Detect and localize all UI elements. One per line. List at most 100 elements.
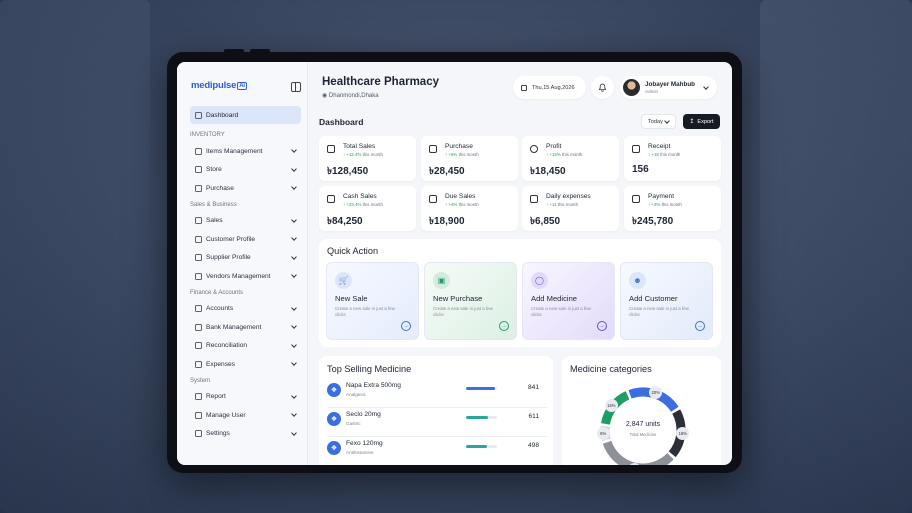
chevron-down-icon [291, 216, 297, 223]
stat-value: ৳18,900 [429, 216, 465, 227]
stat-value: ৳6,850 [530, 216, 561, 227]
sidebar-item-store[interactable]: Store [190, 161, 301, 180]
sidebar-item-purchase[interactable]: Purchase [190, 179, 301, 198]
pill-icon: ❖ [327, 383, 341, 397]
app-screen: medipulse Ai Dashboard INVENTORY Items Ma… [177, 62, 732, 465]
chevron-down-icon [291, 253, 297, 260]
box-icon: ▣ [433, 272, 450, 289]
donut-segment-label: 6% [596, 426, 610, 440]
user-menu[interactable]: Jobayer Mahbub Admin [620, 76, 717, 99]
table-row[interactable]: ❖ Napa Extra 500mg Analgesic 841 [327, 380, 547, 408]
sidebar: medipulse Ai Dashboard INVENTORY Items Ma… [177, 62, 308, 465]
location-text: ◉ Dhanmondi,Dhaka [322, 93, 379, 99]
sidebar-item-sales[interactable]: Sales [190, 212, 301, 231]
sidebar-toggle-icon[interactable] [291, 82, 301, 92]
cart-icon: 🛒 [335, 272, 352, 289]
cash-icon [327, 195, 335, 203]
add-user-icon: ☻ [629, 272, 646, 289]
quick-action-panel: Quick Action 🛒 New Sale Create a new sal… [319, 239, 721, 347]
vendor-icon [195, 272, 202, 280]
stat-value: ৳128,450 [327, 166, 369, 177]
arrow-right-icon[interactable]: → [401, 321, 411, 331]
card-icon [632, 195, 640, 203]
tablet-button [224, 49, 244, 54]
chevron-down-icon [291, 429, 297, 436]
chevron-down-icon [291, 411, 297, 417]
calendar-icon [521, 84, 527, 91]
progress-bar [466, 387, 497, 390]
bank-icon [195, 323, 202, 331]
sidebar-item-settings[interactable]: Settings [190, 425, 301, 444]
sidebar-item-report[interactable]: Report [190, 388, 301, 407]
sidebar-item-manage-user[interactable]: Manage User [190, 406, 301, 425]
box-icon [195, 147, 202, 155]
stat-card-profit[interactable]: Profit ↑ +15% this month ৳18,450 [522, 136, 619, 181]
sidebar-nav: Dashboard INVENTORY Items Management Sto… [190, 106, 301, 443]
pill-icon: ❖ [327, 412, 341, 426]
chevron-down-icon [291, 360, 297, 366]
stat-value: ৳84,250 [327, 216, 363, 227]
brand-logo[interactable]: medipulse Ai [191, 80, 247, 91]
chevron-down-icon [291, 392, 297, 399]
quick-action-new-purchase[interactable]: ▣ New Purchase Create a new sale in just… [424, 262, 517, 340]
sidebar-item-items-management[interactable]: Items Management [190, 142, 301, 161]
sidebar-section-title: Finance & Accounts [190, 289, 244, 296]
date-range-select[interactable]: Today [641, 114, 676, 129]
bag-icon [195, 184, 202, 192]
quick-action-add-medicine[interactable]: ◯ Add Medicine Create a new sale in just… [522, 262, 615, 340]
sidebar-item-label: Dashboard [206, 111, 239, 119]
stat-card-due-sales[interactable]: Due Sales ↑ +4% this month ৳18,900 [421, 186, 518, 231]
page-title: Healthcare Pharmacy [322, 76, 439, 88]
arrow-right-icon[interactable]: → [695, 321, 705, 331]
sidebar-section-title: INVENTORY [190, 132, 225, 138]
stat-value: ৳18,450 [530, 166, 566, 177]
stat-value: ৳28,450 [429, 166, 465, 177]
user-name: Jobayer Mahbub [645, 81, 696, 88]
table-row[interactable]: ❖ Seclo 20mg Gastric 611 [327, 409, 547, 437]
background-shelf [0, 0, 150, 513]
chevron-down-icon [703, 84, 709, 90]
stat-card-receipt[interactable]: Receipt ↑ +18 this month 156 [624, 136, 721, 181]
reconcile-icon [195, 342, 202, 350]
stat-card-daily-expenses[interactable]: Daily expenses ↑ +11 this month ৳6,850 [522, 186, 619, 231]
user-icon [195, 411, 202, 419]
panel-title: Top Selling Medicine [327, 364, 412, 374]
chevron-down-icon [291, 235, 297, 241]
grid-icon [195, 111, 202, 119]
sidebar-item-vendors-management[interactable]: Vendors Management [190, 267, 301, 286]
bag-icon [429, 145, 437, 153]
quick-action-add-customer[interactable]: ☻ Add Customer Create a new sale in just… [620, 262, 713, 340]
sidebar-item-reconciliation[interactable]: Reconciliation [190, 337, 301, 356]
notification-button[interactable] [591, 76, 614, 99]
sidebar-item-expenses[interactable]: Expenses [190, 355, 301, 374]
arrow-right-icon[interactable]: → [499, 321, 509, 331]
avatar [623, 79, 640, 96]
progress-bar [466, 445, 497, 448]
stat-value: ৳245,780 [632, 216, 674, 227]
donut-segment-label: 20% [649, 385, 663, 399]
tablet-button [250, 49, 270, 54]
panel-title: Medicine categories [570, 364, 652, 374]
accounts-icon [195, 305, 202, 313]
stat-card-payment[interactable]: Payment ↑ +2% this month ৳245,780 [624, 186, 721, 231]
sidebar-item-dashboard[interactable]: Dashboard [190, 106, 301, 124]
quick-action-new-sale[interactable]: 🛒 New Sale Create a new sale in just a f… [326, 262, 419, 340]
stat-card-cash-sales[interactable]: Cash Sales ↑ +23.4% this month ৳84,250 [319, 186, 416, 231]
cart-icon [195, 217, 202, 225]
sidebar-item-customer-profile[interactable]: Customer Profile [190, 230, 301, 249]
chevron-down-icon [291, 323, 297, 329]
sidebar-item-bank-management[interactable]: Bank Management [190, 318, 301, 337]
stat-card-purchase[interactable]: Purchase ↑ +8% this month ৳28,450 [421, 136, 518, 181]
sidebar-item-supplier-profile[interactable]: Supplier Profile [190, 249, 301, 268]
chevron-down-icon [291, 147, 297, 153]
date-picker[interactable]: Thu,15 Aug,2026 [513, 76, 586, 99]
table-row[interactable]: ❖ Fexo 120mg Antihistamine 498 [327, 438, 547, 465]
gear-icon [195, 430, 202, 438]
stat-card-total-sales[interactable]: Total Sales ↑ +12.4% this month ৳128,450 [319, 136, 416, 181]
cart-icon [327, 145, 335, 153]
due-icon [429, 195, 437, 203]
arrow-right-icon[interactable]: → [597, 321, 607, 331]
donut-segment[interactable] [602, 440, 674, 465]
sidebar-item-accounts[interactable]: Accounts [190, 300, 301, 319]
export-button[interactable]: ↥ Export [683, 114, 720, 129]
